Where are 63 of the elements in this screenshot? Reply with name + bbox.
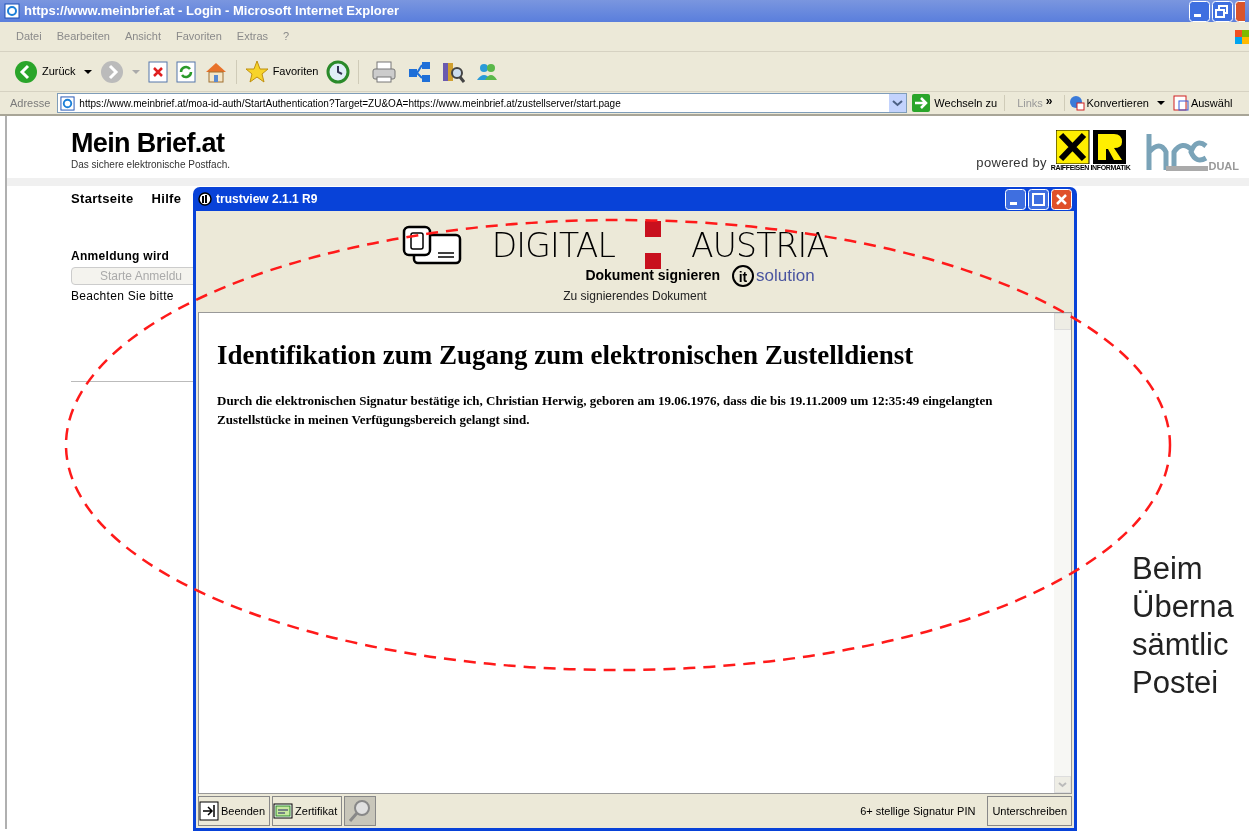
certificate-button[interactable]: Zertifikat <box>272 796 343 826</box>
vendor-name: solution <box>756 265 815 287</box>
vendor-mark: it <box>732 264 754 287</box>
slide-text: Postei <box>1132 664 1220 702</box>
chevron-button[interactable]: » <box>1045 92 1061 110</box>
select-button[interactable]: Auswähl <box>1190 94 1233 112</box>
stop-icon[interactable] <box>147 60 168 83</box>
convert-icon[interactable] <box>1068 95 1085 111</box>
hpc-logo-icon <box>1146 132 1209 172</box>
go-button[interactable]: Wechseln zu <box>934 94 998 112</box>
brand-word: DIGITAL <box>491 228 615 262</box>
notice-text: Beachten Sie bitte <box>71 287 174 305</box>
star-icon[interactable] <box>244 59 269 84</box>
close-button[interactable] <box>1051 188 1072 210</box>
print-icon[interactable] <box>371 59 398 84</box>
document-title: Identifikation zum Zugang zum elektronischen Zustelldienst <box>217 339 915 371</box>
refresh-icon[interactable] <box>175 60 196 83</box>
powered-by-text: powered by <box>976 153 1047 172</box>
sign-button[interactable]: Unterschreiben <box>987 796 1072 826</box>
address-field[interactable]: https://www.meinbrief.at/moa-id-auth/StartAuthentication?Target=ZU&OA=https://www.meinbrief.at/zustellserver/start.page <box>57 93 908 113</box>
app-logo-icon <box>198 192 212 206</box>
convert-button[interactable]: Konvertieren <box>1086 94 1149 112</box>
site-tagline: Das sichere elektronische Postfach. <box>71 158 230 172</box>
certificate-icon <box>273 801 294 821</box>
search-button[interactable] <box>344 796 377 826</box>
dropdown-caret-icon[interactable] <box>83 67 92 76</box>
brand-word: AUSTRIA <box>690 228 829 262</box>
windows-logo-icon <box>1235 28 1249 46</box>
address-label: Adresse <box>10 95 52 111</box>
brand-mark-icon <box>644 221 661 269</box>
favorites-button[interactable]: Favoriten <box>272 63 319 80</box>
minimize-button[interactable] <box>1005 188 1026 210</box>
slide-text: Überna <box>1132 588 1234 626</box>
dialog-title: trustview 2.1.1 R9 <box>216 191 319 208</box>
nav-link[interactable]: Hilfe <box>151 189 182 209</box>
share-icon[interactable] <box>407 59 432 84</box>
smart-card-icon <box>401 225 462 265</box>
document-text: Durch die elektronischen Signatur bestätige ich, Christian Herwig, geboren am 19.06.1976, dass die bis 19.11.2009 um 12:35:49 eingelangten Zustellstücke in meinen Verfügungsbereich gelangt sind. <box>217 392 994 429</box>
maximize-button[interactable] <box>1028 188 1049 210</box>
close-button[interactable] <box>1235 0 1245 22</box>
window-title: https://www.meinbrief.at - Login - Microsoft Internet Explorer <box>24 2 401 21</box>
back-button[interactable]: Zurück <box>42 63 76 80</box>
go-arrow-icon[interactable] <box>912 94 931 112</box>
slide-text: Beim <box>1132 550 1204 588</box>
url-text: https://www.meinbrief.at/moa-id-auth/StartAuthentication?Target=ZU&OA=https://www.meinbrief.at/zustellserver/start.page <box>79 96 622 111</box>
dialog-subtitle: Zu signierendes Dokument <box>563 288 707 303</box>
dropdown-caret-icon[interactable] <box>1155 99 1166 107</box>
dialog-heading: Dokument signieren <box>585 266 720 286</box>
select-icon[interactable] <box>1172 95 1189 111</box>
slide-text: sämtlic <box>1132 626 1230 664</box>
page-icon <box>60 95 76 111</box>
quit-button[interactable]: Beenden <box>198 796 271 826</box>
partner-name: DUAL <box>1208 161 1239 172</box>
section-heading: Anmeldung wird <box>71 247 170 265</box>
minimize-button[interactable] <box>1189 0 1210 22</box>
site-logo[interactable]: Mein Brief.at <box>71 129 230 157</box>
exit-icon <box>199 801 219 821</box>
browser-icon <box>4 3 20 19</box>
pin-label: 6+ stellige Signatur PIN <box>860 803 977 819</box>
restore-button[interactable] <box>1212 0 1233 22</box>
raiffeisen-emblem-icon <box>1055 130 1126 164</box>
history-icon[interactable] <box>326 59 351 84</box>
nav-link[interactable]: Startseite <box>71 189 134 209</box>
